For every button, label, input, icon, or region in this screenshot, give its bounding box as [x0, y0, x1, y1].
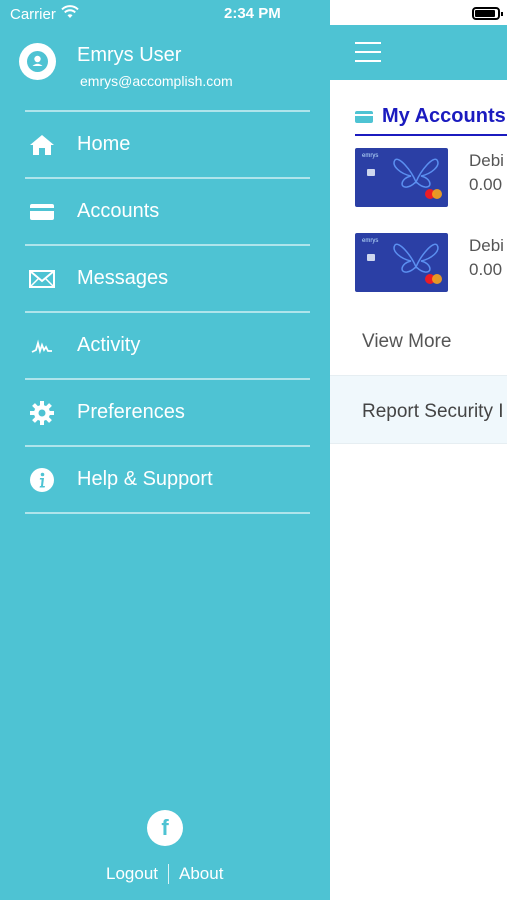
wifi-icon — [61, 5, 79, 23]
user-icon — [27, 51, 48, 72]
menu-label-accounts: Accounts — [77, 200, 160, 222]
card-balance: 0.00 — [469, 260, 503, 279]
battery-icon — [472, 7, 503, 20]
divider — [25, 512, 310, 514]
main-content: My Accounts emrys Debi 0.00 emrys Debi 0… — [330, 0, 507, 900]
debit-card-image: emrys — [355, 148, 448, 207]
drawer-menu: Home Accounts Messages Activity Preferen… — [0, 110, 330, 514]
butterfly-icon — [393, 158, 439, 188]
mastercard-icon-overlap — [432, 274, 442, 284]
card-label: Debi — [469, 151, 504, 170]
status-carrier: Carrier — [10, 5, 79, 23]
report-security-row[interactable]: Report Security I — [330, 375, 507, 444]
menu-label-help-support: Help & Support — [77, 468, 213, 490]
footer-separator — [168, 864, 169, 884]
envelope-icon — [28, 267, 56, 291]
card-brand: emrys — [362, 153, 379, 159]
report-security-label: Report Security I — [362, 401, 504, 422]
menu-item-home[interactable]: Home — [0, 112, 330, 177]
avatar[interactable] — [19, 43, 56, 80]
status-time: 2:34 PM — [224, 5, 281, 22]
mastercard-icon-overlap — [432, 189, 442, 199]
account-card-row[interactable]: emrys Debi 0.00 — [355, 233, 507, 293]
accounts-section-header: My Accounts — [355, 105, 506, 128]
user-email: emrys@accomplish.com — [80, 73, 233, 89]
card-details: Debi 0.00 — [469, 149, 504, 197]
carrier-label: Carrier — [10, 5, 56, 23]
info-icon — [28, 468, 56, 492]
view-more-link[interactable]: View More — [362, 331, 451, 353]
menu-item-messages[interactable]: Messages — [0, 246, 330, 311]
card-chip — [367, 254, 375, 261]
menu-item-accounts[interactable]: Accounts — [0, 179, 330, 244]
menu-label-preferences: Preferences — [77, 401, 185, 423]
navigation-drawer: Carrier 2:34 PM Emrys User emrys@accompl… — [0, 0, 330, 900]
menu-item-help-support[interactable]: Help & Support — [0, 447, 330, 512]
menu-label-messages: Messages — [77, 267, 169, 289]
section-title: My Accounts — [382, 105, 506, 127]
facebook-icon[interactable]: f — [147, 810, 183, 846]
card-icon — [28, 200, 56, 224]
card-chip — [367, 169, 375, 176]
card-details: Debi 0.00 — [469, 234, 504, 282]
section-underline — [355, 134, 507, 136]
gear-icon — [28, 401, 56, 425]
card-balance: 0.00 — [469, 175, 503, 194]
hamburger-menu-icon[interactable] — [355, 42, 381, 62]
menu-label-home: Home — [77, 133, 131, 155]
debit-card-image: emrys — [355, 233, 448, 292]
card-icon — [355, 110, 373, 123]
butterfly-icon — [393, 243, 439, 273]
account-card-row[interactable]: emrys Debi 0.00 — [355, 148, 507, 208]
menu-label-activity: Activity — [77, 334, 141, 356]
user-profile[interactable]: Emrys User emrys@accomplish.com — [19, 43, 319, 93]
about-link[interactable]: About — [179, 864, 223, 884]
main-status-bar — [330, 0, 507, 25]
activity-icon — [28, 334, 56, 358]
menu-item-preferences[interactable]: Preferences — [0, 380, 330, 445]
user-name: Emrys User — [77, 44, 182, 66]
footer-links: Logout About — [106, 864, 223, 884]
card-label: Debi — [469, 236, 504, 255]
top-nav-bar — [330, 25, 507, 80]
card-brand: emrys — [362, 238, 379, 244]
home-icon — [28, 133, 56, 157]
logout-link[interactable]: Logout — [106, 864, 158, 884]
menu-item-activity[interactable]: Activity — [0, 313, 330, 378]
